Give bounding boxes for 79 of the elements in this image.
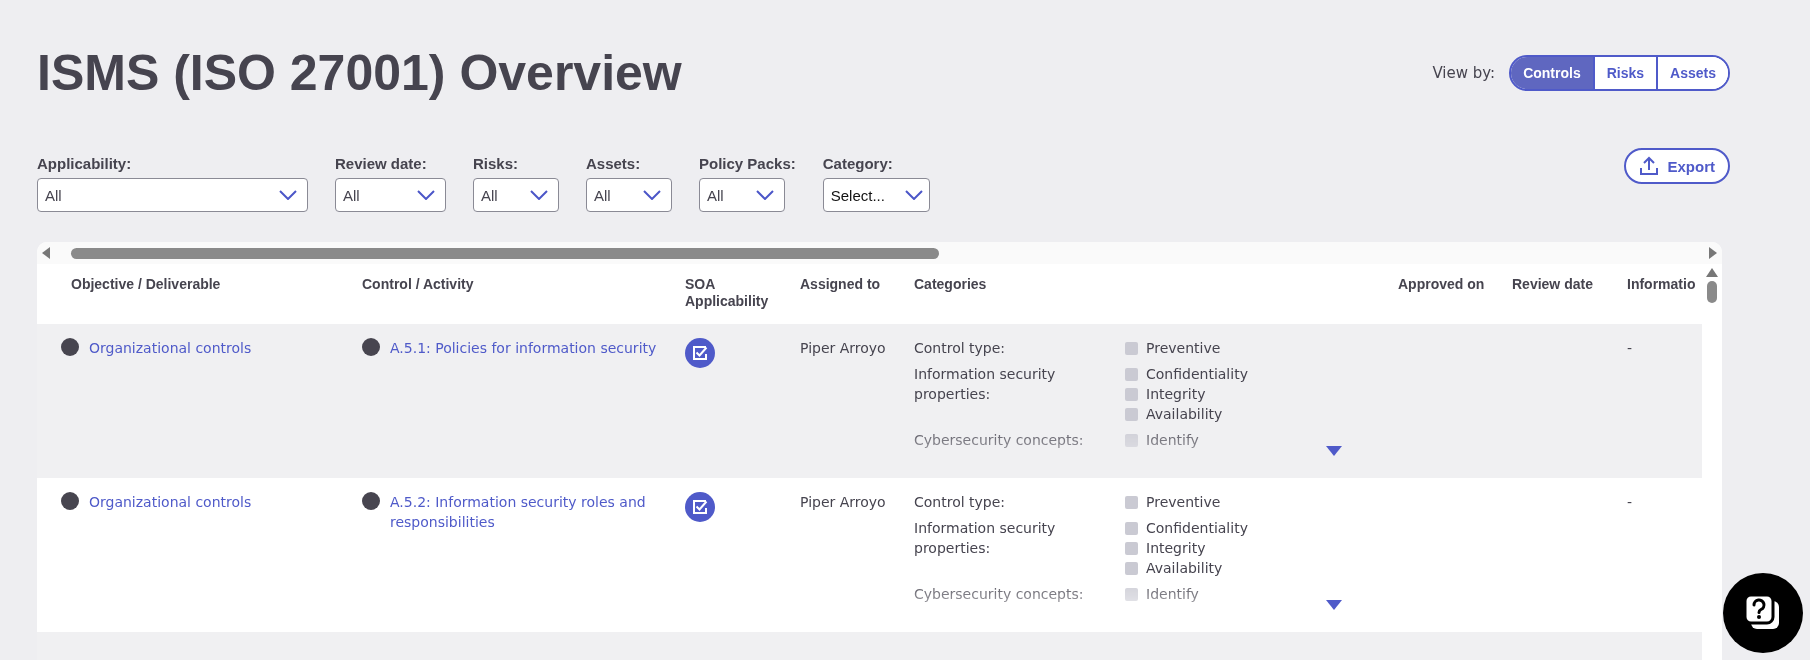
checkbox[interactable]	[1125, 433, 1138, 447]
filter-dropdown[interactable]: All	[37, 178, 308, 212]
filter-dropdown[interactable]: Select...	[822, 178, 930, 212]
filter-label: Review date:	[335, 155, 428, 172]
category-label: Control type:	[914, 339, 1007, 358]
view-option[interactable]: Controls	[1511, 57, 1593, 89]
filter-label: Assets:	[586, 155, 642, 172]
category-label: Control type:	[914, 493, 1007, 512]
table-cell: -	[1627, 494, 1633, 510]
checkbox[interactable]	[1125, 407, 1138, 421]
filter-dropdown[interactable]: All	[699, 178, 785, 212]
checked-box-icon[interactable]	[685, 338, 715, 368]
assignee: Piper Arroyo	[800, 340, 886, 356]
checkbox-label: Preventive	[1146, 493, 1221, 512]
checkbox[interactable]	[1125, 341, 1138, 355]
checkbox[interactable]	[1125, 387, 1138, 401]
filter-dropdown[interactable]: All	[335, 178, 446, 212]
status-dot	[61, 338, 79, 356]
objective-link[interactable]: Organizational controls	[89, 492, 252, 512]
checkbox-label: Confidentiality	[1146, 365, 1248, 384]
view-by-label: View by:	[1432, 64, 1496, 82]
control-link[interactable]: A.5.1: Policies for information security	[390, 338, 657, 358]
scrollbar-thumb[interactable]	[1707, 281, 1717, 303]
chevron-down-icon	[904, 190, 923, 200]
upload-icon	[1639, 156, 1660, 176]
status-dot	[61, 492, 79, 510]
page-title: ISMS (ISO 27001) Overview	[37, 44, 682, 102]
checkbox-label: Preventive	[1146, 339, 1221, 358]
checkbox[interactable]	[1125, 561, 1138, 575]
column-header: Objective / Deliverable	[70, 275, 222, 294]
filter-dropdown[interactable]: All	[473, 178, 559, 212]
column-header: Informatio	[1627, 275, 1697, 294]
filter-label: Policy Packs:	[699, 155, 796, 172]
scrollbar-thumb[interactable]	[71, 248, 939, 259]
scroll-left-icon[interactable]	[41, 247, 51, 259]
column-header: Review date	[1512, 275, 1594, 294]
category-label: Information security properties:	[914, 365, 1057, 404]
checkbox-label: Identify	[1146, 431, 1199, 450]
chevron-down-icon	[756, 190, 774, 200]
category-label: Cybersecurity concepts:	[914, 585, 1085, 604]
objective-link[interactable]: Organizational controls	[89, 338, 252, 358]
column-header: SOA Applicability	[685, 275, 770, 311]
checkbox-label: Integrity	[1146, 385, 1206, 404]
table-cell: -	[1627, 340, 1633, 356]
category-label: Information security properties:	[914, 519, 1057, 558]
chevron-down-icon	[530, 190, 548, 200]
status-dot	[362, 492, 380, 510]
control-link[interactable]: A.5.2: Information security roles and responsibilities	[390, 492, 675, 532]
column-header: Categories	[914, 275, 988, 294]
checkbox[interactable]	[1125, 541, 1138, 555]
filter-label: Risks:	[473, 155, 520, 172]
expand-icon[interactable]	[1326, 600, 1342, 610]
checkbox-label: Availability	[1146, 405, 1223, 424]
chevron-down-icon	[279, 190, 297, 200]
view-option[interactable]: Assets	[1656, 57, 1728, 89]
checkbox[interactable]	[1125, 367, 1138, 381]
checkbox-label: Confidentiality	[1146, 519, 1248, 538]
column-header: Control / Activity	[362, 275, 475, 294]
checkbox-label: Identify	[1146, 585, 1199, 604]
status-dot	[362, 338, 380, 356]
checkbox[interactable]	[1125, 521, 1138, 535]
checkbox[interactable]	[1125, 587, 1138, 601]
category-label: Cybersecurity concepts:	[914, 431, 1085, 450]
assignee: Piper Arroyo	[800, 494, 886, 510]
column-header: Assigned to	[800, 275, 882, 294]
checked-box-icon[interactable]	[685, 492, 715, 522]
filter-label: Category:	[822, 155, 894, 172]
checkbox-label: Availability	[1146, 559, 1223, 578]
column-header: Approved on	[1398, 275, 1486, 294]
export-button[interactable]: Export	[1624, 148, 1730, 184]
scroll-up-icon[interactable]	[1706, 268, 1718, 277]
filter-label: Applicability:	[37, 155, 133, 172]
chevron-down-icon	[417, 190, 435, 200]
scroll-right-icon[interactable]	[1708, 247, 1718, 259]
filter-dropdown[interactable]: All	[586, 178, 672, 212]
chevron-down-icon	[643, 190, 661, 200]
expand-icon[interactable]	[1326, 446, 1342, 456]
checkbox[interactable]	[1125, 495, 1138, 509]
checkbox-label: Integrity	[1146, 539, 1206, 558]
